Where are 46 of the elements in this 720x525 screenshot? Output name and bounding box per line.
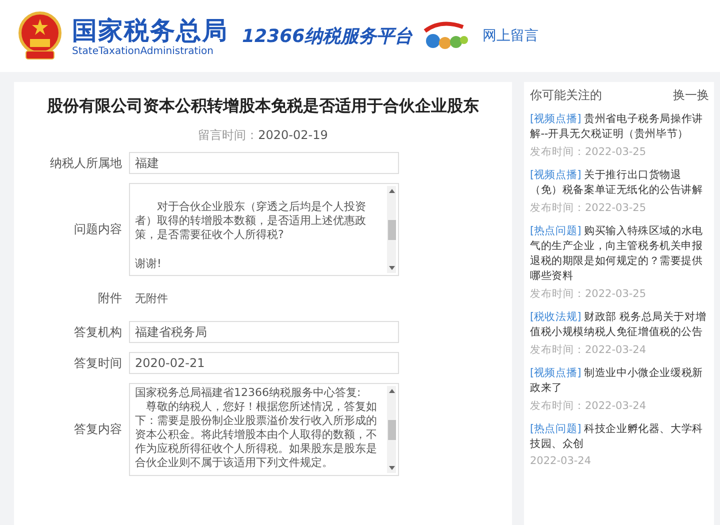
article-link[interactable]: [视频点播] 关于推行出口货物退（免）税备案单证无纸化的公告讲解 bbox=[530, 168, 709, 198]
message-title: 股份有限公司资本公积转增股本免税是否适用于合伙企业股东 bbox=[46, 96, 480, 117]
publish-date: 发布时间：2022-03-24 bbox=[530, 399, 648, 413]
scroll-down-icon[interactable] bbox=[388, 466, 394, 470]
emblem-icon bbox=[18, 11, 62, 61]
text-area[interactable]: 对于合伙企业股东（穿透之后均是个人投资者）取得的转增股本数额，是否适用上述优惠政策，是否需要征收个人所得税? 谢谢! bbox=[129, 183, 399, 276]
platform-title: 12366纳税服务平台 bbox=[242, 25, 413, 48]
sidebar-title: 你可能关注的 bbox=[530, 87, 602, 104]
article-link[interactable]: [税收法规] 财政部 税务总局关于对增值税小规模纳税人免征增值税的公告 bbox=[530, 310, 709, 340]
message-time-label: 留言时间： bbox=[198, 128, 258, 142]
text-paragraph: 对于合伙企业股东（穿透之后均是个人投资者）取得的转增股本数额，是否适用上述优惠政策，是否需要征收个人所得税? bbox=[135, 200, 367, 242]
scroll-up-icon[interactable] bbox=[388, 389, 394, 393]
scroll-up-icon[interactable] bbox=[388, 189, 394, 193]
publish-date: 发布时间：2022-03-24 bbox=[530, 343, 648, 357]
text-field[interactable]: 福建 bbox=[129, 152, 399, 174]
text-field[interactable]: 2020-02-21 bbox=[129, 352, 399, 374]
text-field[interactable]: 福建省税务局 bbox=[129, 321, 399, 343]
scroll-thumb[interactable] bbox=[388, 420, 396, 440]
scroll-thumb[interactable] bbox=[388, 220, 396, 240]
site-title: 国家税务总局 bbox=[72, 16, 228, 46]
field-label: 附件 bbox=[97, 290, 122, 307]
article-link[interactable]: [视频点播] 贵州省电子税务局操作讲解--开具无欠税证明（贵州毕节） bbox=[530, 112, 709, 142]
leave-message-link[interactable]: 网上留言 bbox=[482, 27, 539, 45]
text-paragraph: 国家税务总局福建省12366纳税服务中心答复: bbox=[135, 386, 362, 400]
message-time: 2020-02-19 bbox=[258, 128, 328, 142]
field-label: 答复时间 bbox=[73, 354, 122, 372]
scrollbar[interactable] bbox=[387, 386, 396, 473]
refresh-link[interactable]: 换一换 bbox=[673, 87, 709, 104]
article-link[interactable]: [热点问题] 科技企业孵化器、大学科技园、众创 bbox=[530, 422, 709, 452]
text-paragraph: 尊敬的纳税人，您好！根据您所述情况，答复如下：需要是股份制企业股票溢价发行收入所形成的资本公积金。将此转增股本由个人取得的数额，不作为应税所得征收个人所得税。如果股东是股东是合伙企业则不属于该适用下列文件规定。 bbox=[135, 400, 378, 470]
publish-date: 发布时间：2022-03-25 bbox=[530, 145, 648, 159]
article-link[interactable]: [热点问题] 购买输入特殊区域的水电气的生产企业，向主管税务机关申报退税的期限是如何规定的？需要提供哪些资料 bbox=[530, 224, 709, 284]
scroll-down-icon[interactable] bbox=[388, 266, 394, 270]
publish-date: 发布时间：2022-03-25 bbox=[530, 201, 648, 215]
field-label: 纳税人所属地 bbox=[49, 154, 122, 172]
field-label: 答复机构 bbox=[73, 324, 122, 340]
field-label: 问题内容 bbox=[73, 221, 122, 238]
site-subtitle: StateTaxationAdministration bbox=[72, 46, 214, 56]
article-link[interactable]: [视频点播] 制造业中小微企业缓税新政来了 bbox=[530, 366, 709, 396]
attachment-value: 无附件 bbox=[134, 291, 168, 307]
field-label: 答复内容 bbox=[73, 421, 122, 438]
text-paragraph: 谢谢! bbox=[135, 257, 162, 271]
publish-date: 2022-03-24 bbox=[530, 455, 592, 467]
text-area[interactable]: 国家税务总局福建省12366纳税服务中心答复: 尊敬的纳税人，您好！根据您所述情况，答复如下：需要是股份制企业股票溢价发行收入所形成的资本公积金。将此转增股本由个人取得的数额，不作为应税所得征收个人所得税。如果股东是股东是合伙企业则不属于该适用下列文件规定。 bbox=[129, 383, 399, 476]
scrollbar[interactable] bbox=[387, 186, 396, 273]
publish-date: 发布时间：2022-03-25 bbox=[530, 287, 648, 301]
